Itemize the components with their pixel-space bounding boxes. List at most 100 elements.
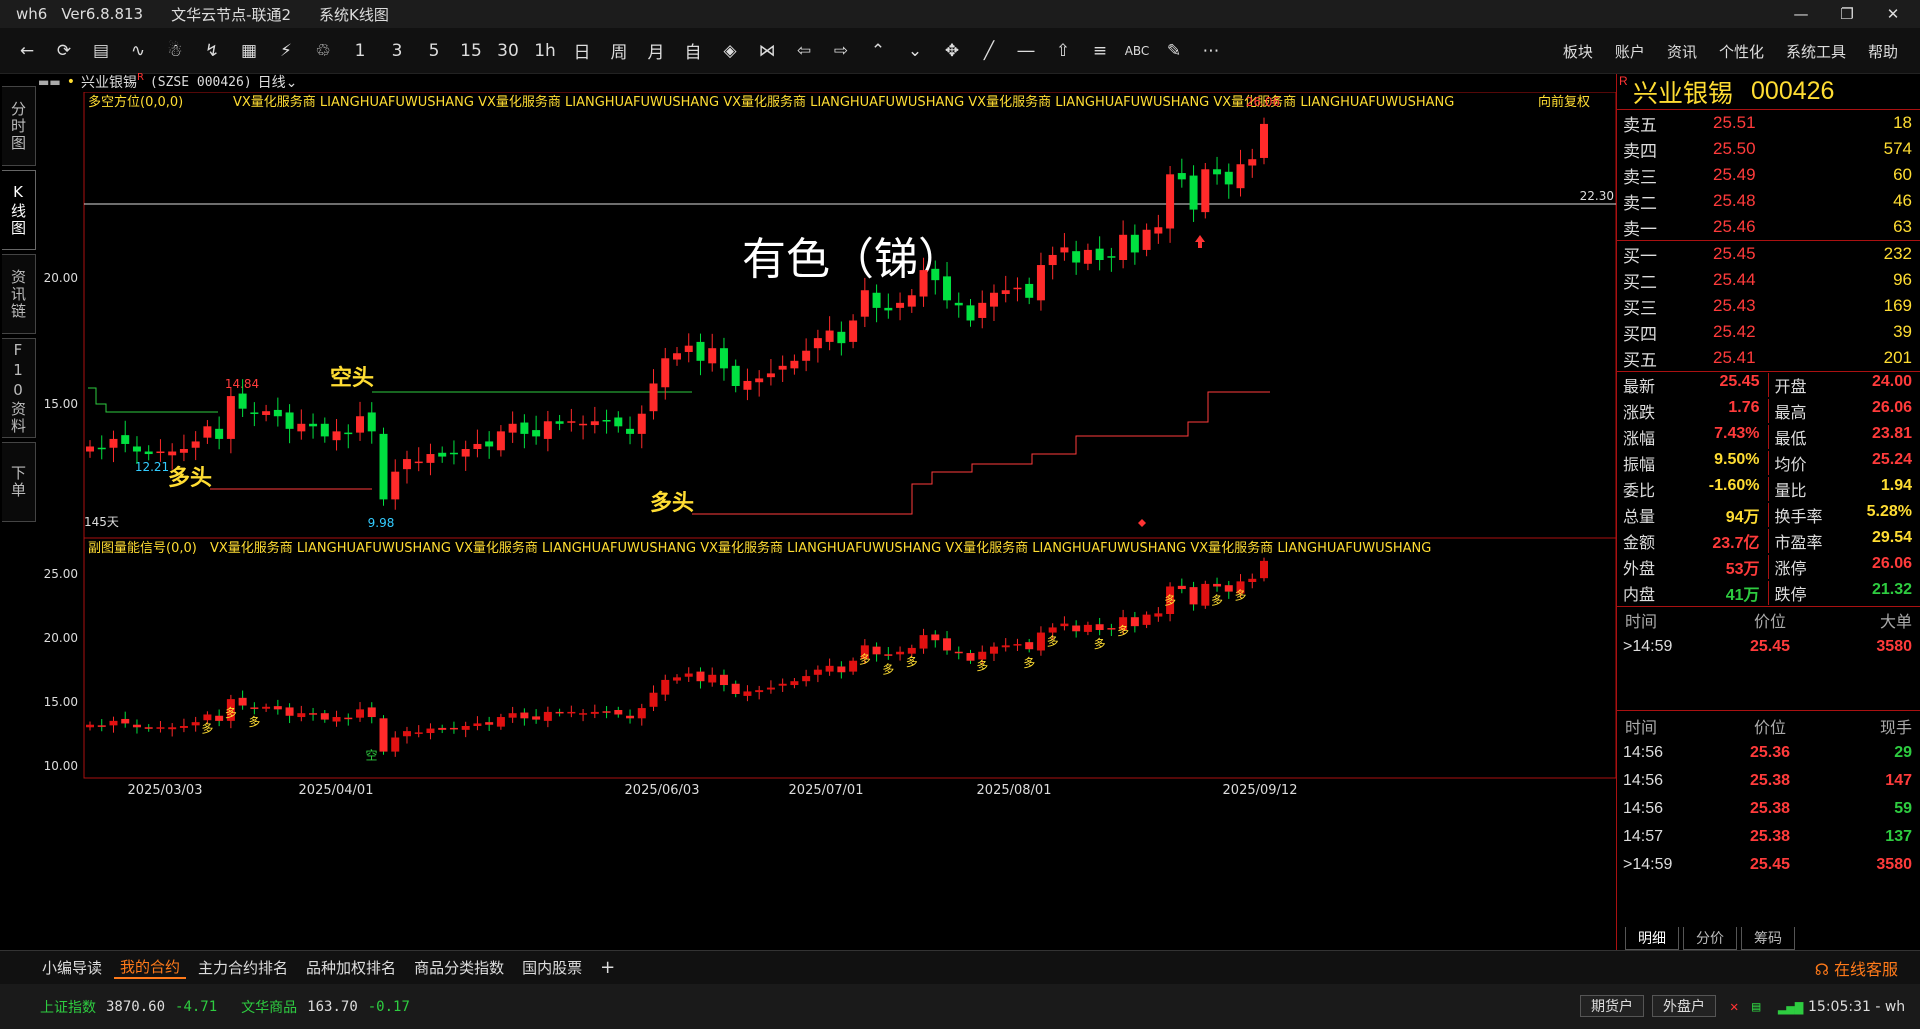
main-candle [1130,234,1139,253]
tick-row[interactable]: 14:57 25.38 137 [1617,823,1920,851]
add-tab-button[interactable]: + [594,957,621,978]
tab-my-contracts[interactable]: 我的合约 [114,956,187,979]
tick-volume: 59 [1894,800,1912,817]
main-candle [1213,169,1222,175]
fq-label[interactable]: 向前复权 [1538,94,1590,110]
tick-row[interactable]: 14:56 25.38 147 [1617,767,1920,795]
ask-row[interactable]: 卖四 25.50 574 [1617,136,1920,162]
period-1h[interactable]: 1h [528,34,562,68]
tick-row[interactable]: >14:59 25.45 3580 [1617,851,1920,879]
scroll-right-icon[interactable]: ⇨ [824,34,858,68]
lightning-icon[interactable]: ⚡ [269,34,303,68]
restore-icon[interactable]: ❐ [1824,0,1870,28]
period-15[interactable]: 15 [454,34,488,68]
refresh-icon[interactable]: ⟳ [47,34,81,68]
bid-row[interactable]: 买二 25.44 96 [1617,267,1920,293]
arrow-up-icon[interactable]: ⇧ [1046,34,1080,68]
ask-row[interactable]: 卖二 25.48 46 [1617,188,1920,214]
zoom-out-icon[interactable]: ⋈ [750,34,784,68]
sub-candle [1048,627,1057,633]
period-select[interactable]: 日线⌄ [258,72,298,92]
close-small-icon[interactable]: ✕ [1730,999,1738,1015]
list-icon[interactable]: ▤ [84,34,118,68]
dot-icon: • [66,74,75,90]
tab-main-contract-rank[interactable]: 主力合约排名 [192,957,294,978]
zoom-in-icon[interactable]: ◈ [713,34,747,68]
period-custom[interactable]: 自 [676,34,710,68]
tab-weighted-rank[interactable]: 品种加权排名 [300,957,402,978]
bid-row[interactable]: 买四 25.42 39 [1617,319,1920,345]
menu-news[interactable]: 资讯 [1667,41,1697,62]
book-volume: 60 [1893,165,1912,184]
sub-indicator-label[interactable]: 副图量能信号(0,0) [88,541,197,556]
main-candle [191,441,200,448]
stat-key: 跌停 [1774,587,1807,604]
line-chart-icon[interactable]: ∿ [121,34,155,68]
foreign-account-button[interactable]: 外盘户 [1652,995,1716,1017]
big-order-row[interactable]: >14:59 25.45 3580 [1617,633,1920,661]
menu-account[interactable]: 账户 [1615,41,1645,62]
cross-icon[interactable]: ✥ [935,34,969,68]
ask-row[interactable]: 卖五 25.51 18 [1617,110,1920,136]
hline-icon[interactable]: ― [1009,34,1043,68]
tab-commodity-index[interactable]: 商品分类指数 [408,957,510,978]
big-order-header: 时间 价位 大单 [1617,607,1920,633]
index1-name[interactable]: 上证指数 [40,997,96,1017]
tab-kline[interactable]: K线图 [2,170,36,250]
bid-row[interactable]: 买五 25.41 201 [1617,345,1920,371]
main-candle [590,421,599,426]
tick-row[interactable]: 14:56 25.38 59 [1617,795,1920,823]
period-30[interactable]: 30 [491,34,525,68]
main-indicator-label[interactable]: 多空方位(0,0,0) [88,94,183,110]
menu-sector[interactable]: 板块 [1563,41,1593,62]
index2-name[interactable]: 文华商品 [241,997,297,1017]
tick-row[interactable]: 14:56 25.36 29 [1617,739,1920,767]
sub-candle [919,635,928,649]
menu-tools[interactable]: 系统工具 [1786,41,1846,62]
indicator-icon[interactable]: ↯ [195,34,229,68]
index2-change: -0.17 [367,998,410,1015]
online-service-button[interactable]: ☊ 在线客服 [1815,956,1898,980]
tab-chips[interactable]: 筹码 [1741,927,1795,950]
draw-line-icon[interactable]: ╱ [972,34,1006,68]
main-candle [97,447,106,450]
stat-value: 26.06 [1871,399,1912,416]
tab-f10[interactable]: F10资料 [2,338,36,438]
bar-chart-icon[interactable]: ☃ [158,34,192,68]
fib-icon[interactable]: ≡ [1083,34,1117,68]
tab-newschain[interactable]: 资讯链 [2,254,36,334]
period-3[interactable]: 3 [380,34,414,68]
minimize-icon[interactable]: — [1778,0,1824,28]
tab-timeshare[interactable]: 分时图 [2,86,36,166]
pen-icon[interactable]: ✎ [1157,34,1191,68]
tab-domestic-stock[interactable]: 国内股票 [516,957,588,978]
tab-price-dist[interactable]: 分价 [1683,927,1737,950]
kline-chart[interactable]: 多空方位(0,0,0) VX量化服务商 LIANGHUAFUWUSHANG VX… [38,92,1616,952]
menu-personalize[interactable]: 个性化 [1719,41,1764,62]
period-5[interactable]: 5 [417,34,451,68]
back-icon[interactable]: ← [10,34,44,68]
bid-row[interactable]: 买三 25.43 169 [1617,293,1920,319]
futures-account-button[interactable]: 期货户 [1580,995,1644,1017]
layout-icon[interactable]: ▬▬ [38,75,61,89]
ask-row[interactable]: 卖三 25.49 60 [1617,162,1920,188]
up-icon[interactable]: ⌃ [861,34,895,68]
period-day[interactable]: 日 [565,34,599,68]
close-icon[interactable]: ✕ [1870,0,1916,28]
tab-editor-guide[interactable]: 小编导读 [36,957,108,978]
bid-row[interactable]: 买一 25.45 232 [1617,241,1920,267]
period-month[interactable]: 月 [639,34,673,68]
tab-order[interactable]: 下单 [2,442,36,522]
chart-box-icon[interactable]: ▦ [232,34,266,68]
scroll-left-icon[interactable]: ⇦ [787,34,821,68]
menu-help[interactable]: 帮助 [1868,41,1898,62]
tab-detail[interactable]: 明细 [1625,927,1679,950]
bell-icon[interactable]: ♲ [306,34,340,68]
signal-duo-label: 多 [1047,634,1059,648]
down-icon[interactable]: ⌄ [898,34,932,68]
period-week[interactable]: 周 [602,34,636,68]
abc-text-icon[interactable]: ABC [1120,34,1154,68]
period-1[interactable]: 1 [343,34,377,68]
ask-row[interactable]: 卖一 25.46 63 [1617,214,1920,240]
more-icon[interactable]: ⋯ [1194,34,1228,68]
